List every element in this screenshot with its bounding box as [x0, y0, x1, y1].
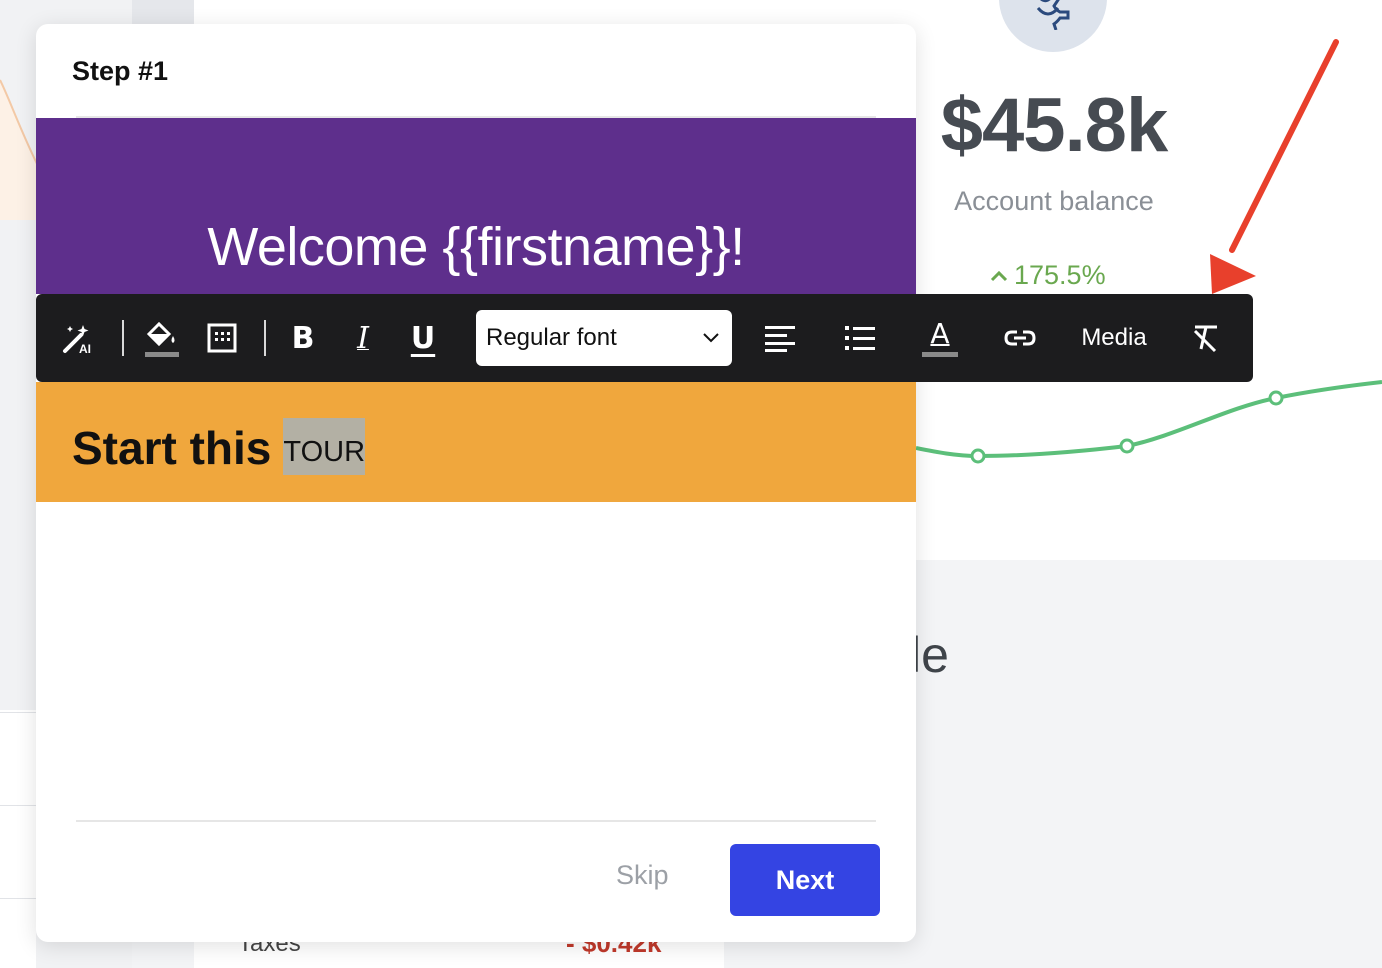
toolbar-separator — [122, 320, 124, 356]
cta-heading-text: Start this — [72, 422, 272, 474]
chart-point — [1268, 390, 1284, 406]
font-select-value: Regular font — [486, 324, 617, 351]
ai-badge-text: AI — [79, 342, 91, 355]
cta-banner[interactable]: Start this TOUR — [36, 382, 916, 502]
clear-format-icon — [1193, 325, 1217, 353]
grid-button[interactable] — [202, 294, 242, 382]
text-color-label: A — [930, 317, 950, 350]
background-divider — [0, 805, 36, 806]
link-button[interactable] — [1000, 294, 1040, 382]
caret-up-icon — [990, 270, 1008, 281]
bold-button[interactable]: B — [286, 294, 320, 382]
balance-label: Account balance — [954, 186, 1154, 216]
link-icon — [1004, 330, 1036, 346]
underline-button[interactable]: U — [406, 294, 440, 382]
next-button[interactable]: Next — [730, 844, 880, 916]
hero-banner[interactable]: Welcome {{firstname}}! — [36, 118, 916, 294]
annotation-arrow — [1210, 39, 1339, 294]
background-divider — [0, 712, 36, 713]
divider — [76, 820, 876, 822]
text-color-button[interactable]: A — [920, 294, 960, 382]
tour-step-modal: Step #1 Welcome {{firstname}}! Start thi… — [36, 24, 916, 942]
balance-change-value: 175.5% — [1014, 260, 1106, 290]
grid-icon — [207, 323, 237, 353]
balance-change: 175.5% — [990, 260, 1106, 291]
underline-icon: U — [410, 320, 436, 356]
balance-amount: $45.8k — [940, 83, 1168, 168]
text-color-icon: A — [922, 319, 958, 357]
list-button[interactable] — [842, 294, 878, 382]
step-title: Step #1 — [72, 56, 169, 86]
skip-button[interactable]: Skip — [616, 860, 669, 891]
background-chart-fragment — [0, 79, 40, 220]
fill-color-button[interactable] — [142, 294, 182, 382]
background-left-panel — [0, 710, 36, 968]
fill-color-icon — [145, 321, 179, 357]
font-select[interactable]: Regular font — [476, 310, 732, 366]
align-left-icon — [765, 326, 795, 352]
italic-button[interactable]: I — [346, 294, 380, 382]
hero-heading[interactable]: Welcome {{firstname}}! — [36, 216, 916, 278]
cta-heading[interactable]: Start this TOUR — [72, 418, 366, 475]
background-divider — [0, 898, 36, 899]
ai-magic-button[interactable]: AI — [56, 294, 100, 382]
italic-label: I — [357, 320, 369, 356]
italic-icon: I — [357, 321, 369, 356]
chevron-down-icon — [703, 333, 719, 343]
toolbar-separator — [264, 320, 266, 356]
bold-icon: B — [291, 320, 315, 356]
list-icon — [845, 326, 875, 350]
align-button[interactable] — [762, 294, 798, 382]
ai-magic-icon: AI — [63, 325, 91, 355]
media-button[interactable]: Media — [1076, 294, 1152, 382]
chart-point — [1119, 438, 1135, 454]
media-label: Media — [1081, 324, 1147, 351]
selected-text[interactable]: TOUR — [283, 418, 366, 475]
formatting-toolbar: AI B I U Regular font A Media — [36, 294, 1253, 382]
gear-icon — [1036, 0, 1070, 30]
chart-point — [970, 448, 986, 464]
